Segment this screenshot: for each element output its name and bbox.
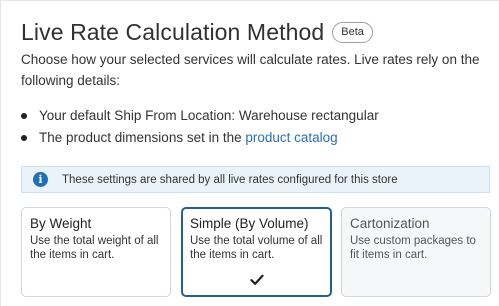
option-description: Use the total weight of all the items in… (30, 235, 159, 261)
option-cartonization[interactable]: Cartonization Use custom packages to fit… (341, 207, 491, 297)
info-banner-text: These settings are shared by all live ra… (62, 173, 398, 186)
details-list: Your default Ship From Location: Warehou… (21, 105, 491, 149)
option-title: By Weight (30, 216, 92, 231)
option-description: Use the total volume of all the items in… (190, 235, 323, 261)
beta-badge: Beta (332, 22, 373, 43)
page-title: Live Rate Calculation Method (21, 19, 325, 45)
list-item: Your default Ship From Location: Warehou… (21, 105, 491, 127)
live-rate-panel: Live Rate Calculation Method Beta Choose… (0, 0, 499, 306)
option-title: Simple (By Volume) (190, 216, 309, 231)
option-title: Cartonization (350, 216, 430, 231)
ship-from-detail: Your default Ship From Location: Warehou… (39, 108, 379, 123)
option-simple-by-volume[interactable]: Simple (By Volume) Use the total volume … (181, 207, 332, 297)
product-catalog-link[interactable]: product catalog (245, 130, 337, 145)
dimensions-detail: The product dimensions set in the (39, 130, 246, 145)
option-by-weight[interactable]: By Weight Use the total weight of all th… (21, 207, 171, 297)
description: Choose how your selected services will c… (21, 52, 480, 88)
checkmark-icon (249, 274, 264, 285)
title-row: Live Rate Calculation Method Beta (21, 19, 373, 46)
bullet-icon (21, 135, 27, 141)
bullet-icon (21, 113, 27, 119)
option-description: Use custom packages to fit items in cart… (350, 235, 476, 261)
info-icon: i (33, 172, 48, 187)
list-item: The product dimensions set in the produc… (21, 127, 491, 149)
info-banner: i These settings are shared by all live … (21, 166, 490, 193)
